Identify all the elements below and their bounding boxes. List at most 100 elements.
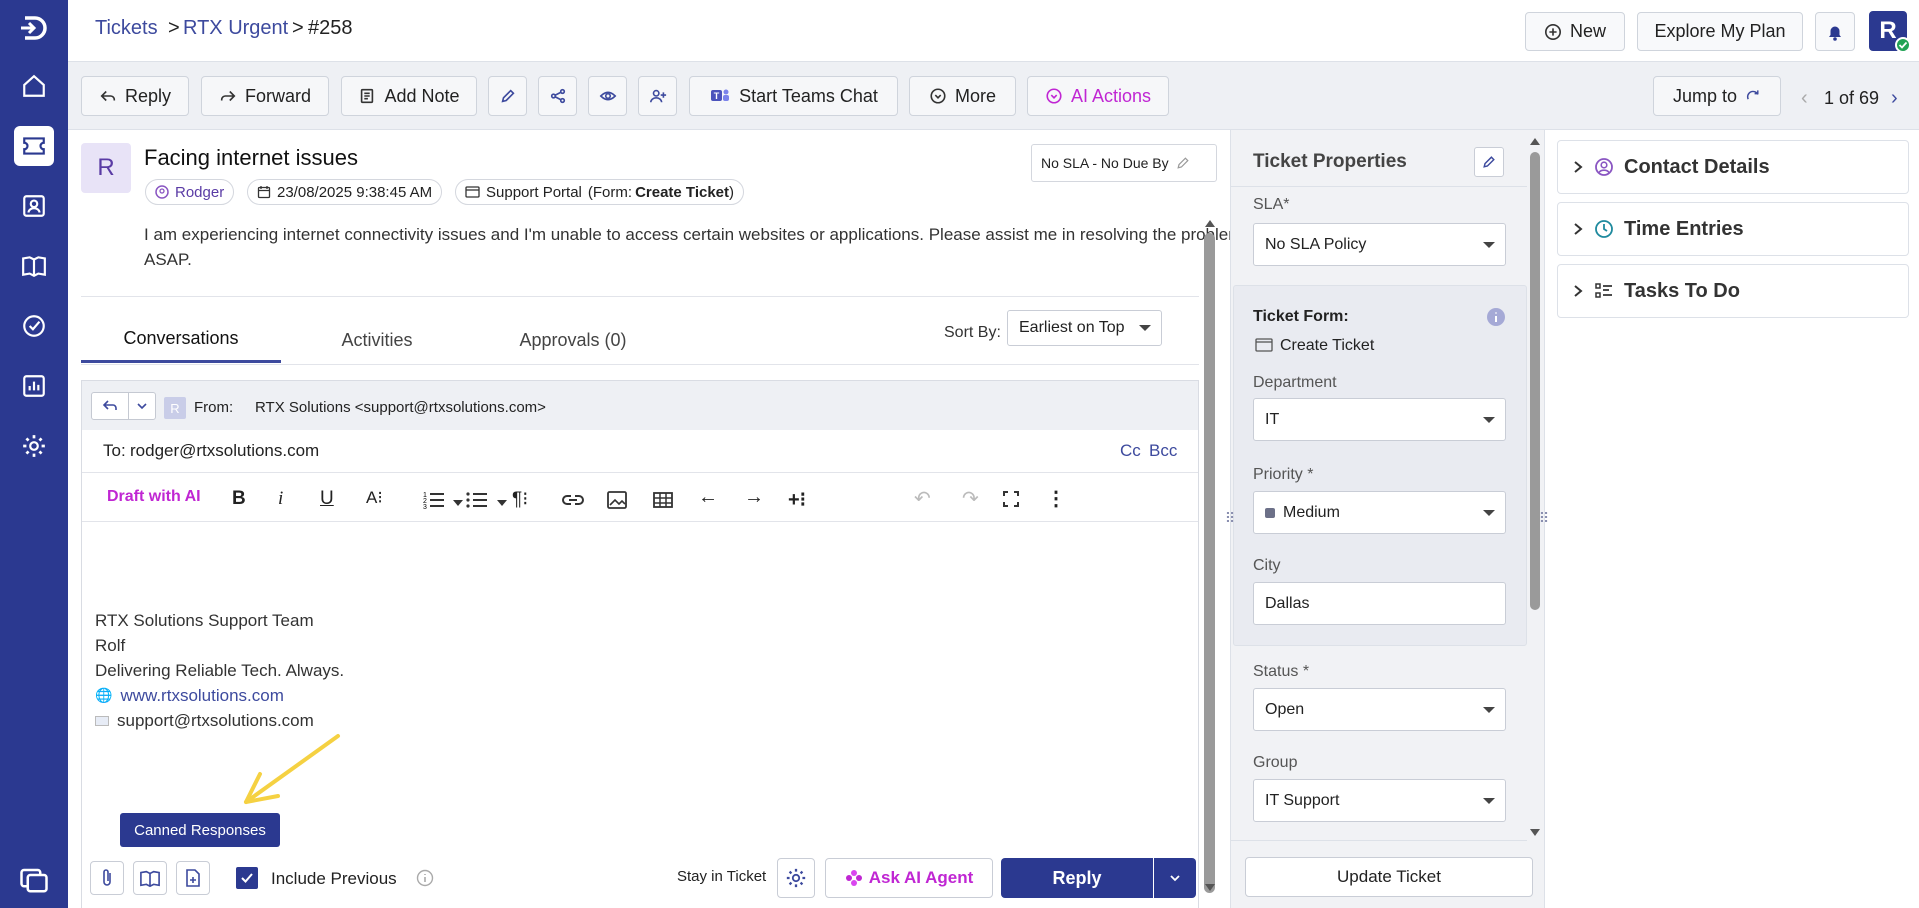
scroll-up-icon[interactable] — [1530, 138, 1540, 145]
assign-agent-button[interactable] — [638, 76, 677, 116]
tab-approvals[interactable]: Approvals (0) — [473, 317, 673, 363]
outdent-icon[interactable]: ← — [698, 486, 718, 509]
reports-icon[interactable] — [0, 364, 68, 408]
watch-button[interactable] — [588, 76, 627, 116]
scroll-down-icon[interactable] — [1530, 829, 1540, 836]
resize-handle-icon[interactable]: ⠿ — [1538, 506, 1550, 530]
info-icon[interactable] — [1486, 307, 1506, 327]
edit-button[interactable] — [488, 76, 527, 116]
underline-icon[interactable]: U — [320, 488, 334, 510]
tasks-to-do-section[interactable]: Tasks To Do — [1557, 264, 1909, 318]
ai-actions-button[interactable]: AI Actions — [1027, 76, 1169, 116]
city-input[interactable]: Dallas — [1253, 582, 1506, 625]
indent-icon[interactable]: → — [744, 486, 764, 509]
canned-responses-button[interactable] — [133, 861, 167, 895]
to-value[interactable]: rodger@rtxsolutions.com — [130, 441, 319, 461]
ticket-scrollbar[interactable] — [1204, 233, 1215, 893]
time-entries-section[interactable]: Time Entries — [1557, 202, 1909, 256]
prev-ticket-icon[interactable]: ‹ — [1801, 87, 1808, 110]
breadcrumb-tickets[interactable]: Tickets — [95, 17, 158, 40]
numbered-list-icon[interactable]: 123 — [422, 489, 446, 511]
share-button[interactable] — [538, 76, 577, 116]
forward-button[interactable]: Forward — [201, 76, 329, 116]
required-mark: * — [1307, 466, 1314, 483]
pencil-icon[interactable] — [1175, 155, 1191, 171]
from-avatar: R — [164, 397, 186, 419]
ticket-form-label: Ticket Form: — [1253, 308, 1349, 325]
new-button[interactable]: New — [1525, 12, 1625, 51]
knowledge-base-icon[interactable] — [0, 244, 68, 288]
resize-handle-icon[interactable]: ⠿ — [1224, 506, 1236, 530]
tab-activities[interactable]: Activities — [282, 317, 472, 363]
globe-icon: 🌐 — [95, 687, 113, 703]
image-icon[interactable] — [606, 490, 628, 510]
scroll-down-icon[interactable] — [1205, 884, 1215, 891]
bullet-list-dropdown-icon[interactable] — [497, 500, 507, 506]
sort-by-label: Sort By: — [944, 324, 1001, 341]
draft-with-ai-button[interactable]: Draft with AI — [107, 488, 201, 506]
send-reply-button[interactable]: Reply — [1001, 858, 1153, 898]
source-form-name: Create Ticket — [635, 183, 730, 201]
attach-button[interactable] — [90, 861, 124, 895]
insert-solution-button[interactable] — [176, 861, 210, 895]
reply-type-button[interactable] — [91, 392, 129, 420]
tab-conversations[interactable]: Conversations — [81, 317, 281, 363]
contact-details-section[interactable]: Contact Details — [1557, 140, 1909, 194]
next-ticket-icon[interactable]: › — [1891, 87, 1898, 110]
italic-icon[interactable]: i — [278, 488, 283, 510]
insert-more-icon[interactable]: +⁝ — [788, 487, 806, 512]
more-label: More — [954, 85, 996, 106]
reply-settings-button[interactable] — [777, 858, 815, 898]
explore-plan-button[interactable]: Explore My Plan — [1637, 12, 1803, 51]
fullscreen-icon[interactable] — [1002, 490, 1020, 508]
more-button[interactable]: More — [909, 76, 1016, 116]
tasks-icon[interactable] — [0, 304, 68, 348]
include-previous-checkbox[interactable] — [236, 867, 258, 889]
table-icon[interactable] — [652, 490, 674, 510]
sla-select[interactable]: No SLA Policy — [1253, 223, 1506, 266]
jump-to-button[interactable]: Jump to — [1653, 76, 1781, 116]
edit-properties-button[interactable] — [1474, 147, 1504, 177]
settings-icon[interactable] — [0, 424, 68, 468]
info-icon[interactable] — [416, 869, 434, 887]
more-options-icon[interactable]: ⋮ — [1046, 486, 1066, 511]
properties-scrollbar[interactable] — [1530, 152, 1540, 610]
sort-select[interactable]: Earliest on Top — [1007, 310, 1162, 346]
add-note-button[interactable]: Add Note — [341, 76, 477, 116]
reply-button[interactable]: Reply — [81, 76, 189, 116]
notifications-button[interactable] — [1815, 12, 1855, 51]
from-value[interactable]: RTX Solutions <support@rtxsolutions.com> — [255, 399, 546, 416]
cc-link[interactable]: Cc — [1120, 441, 1141, 461]
reply-type-dropdown[interactable] — [128, 392, 156, 420]
bcc-link[interactable]: Bcc — [1149, 441, 1177, 461]
redo-icon[interactable]: ↷ — [962, 486, 979, 511]
signature-web-link[interactable]: www.rtxsolutions.com — [120, 683, 283, 708]
start-teams-chat-button[interactable]: T Start Teams Chat — [689, 76, 898, 116]
forward-icon — [220, 90, 236, 102]
logo-icon[interactable] — [0, 6, 68, 50]
send-reply-options-button[interactable] — [1154, 858, 1196, 898]
status-select[interactable]: Open — [1253, 688, 1506, 731]
paragraph-icon[interactable]: ¶⁝ — [512, 488, 528, 511]
group-select[interactable]: IT Support — [1253, 779, 1506, 822]
scroll-up-icon[interactable] — [1205, 220, 1215, 227]
priority-select[interactable]: Medium — [1253, 491, 1506, 534]
breadcrumb-queue[interactable]: RTX Urgent — [183, 17, 288, 40]
sla-badge[interactable]: No SLA - No Due By — [1031, 144, 1217, 182]
department-select[interactable]: IT — [1253, 398, 1506, 441]
undo-icon[interactable]: ↶ — [914, 486, 931, 511]
priority-color-swatch — [1265, 507, 1275, 518]
bullet-list-icon[interactable] — [465, 489, 489, 511]
font-size-icon[interactable]: A⁝ — [366, 488, 383, 508]
bold-icon[interactable]: B — [232, 488, 246, 510]
chat-icon[interactable] — [0, 858, 68, 902]
ask-ai-agent-button[interactable]: Ask AI Agent — [825, 858, 993, 898]
tickets-icon[interactable] — [0, 124, 68, 168]
home-icon[interactable] — [0, 64, 68, 108]
link-icon[interactable] — [561, 490, 585, 510]
contact-details-label: Contact Details — [1624, 155, 1770, 178]
contacts-icon[interactable] — [0, 184, 68, 228]
requester-chip[interactable]: Rodger — [145, 179, 235, 205]
update-ticket-button[interactable]: Update Ticket — [1245, 857, 1533, 897]
numbered-list-dropdown-icon[interactable] — [453, 500, 463, 506]
